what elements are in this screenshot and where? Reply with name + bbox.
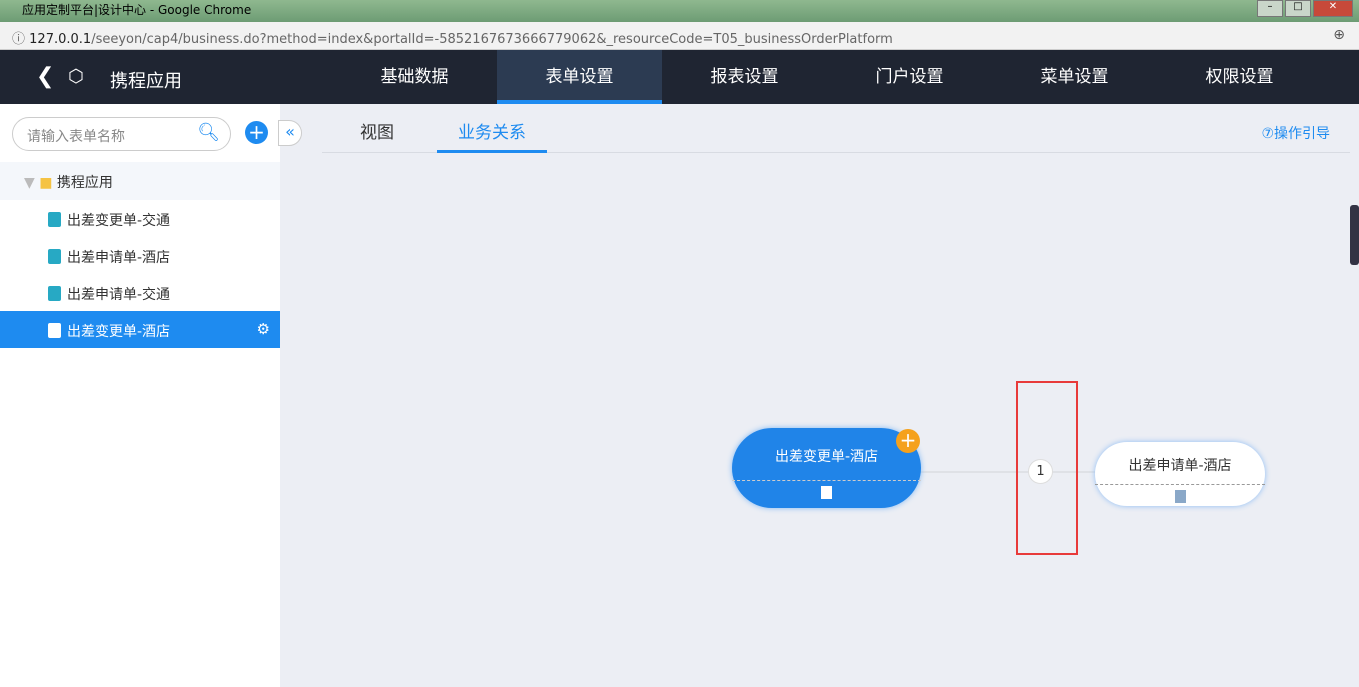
sub-tabs: 视图 业务关系 ⑦操作引导 — [322, 104, 1350, 153]
document-icon — [821, 486, 832, 499]
cube-icon: ⬡ — [68, 66, 84, 87]
source-form-node[interactable]: 出差变更单-酒店 — [732, 428, 921, 508]
tab-form-settings[interactable]: 表单设置 — [497, 50, 662, 104]
address-bar[interactable]: ⓘ 127.0.0.1/seeyon/cap4/business.do?meth… — [0, 22, 1359, 50]
url-host: 127.0.0.1 — [29, 32, 92, 47]
tree-item-selected[interactable]: 出差变更单-酒店 ⚙ — [0, 311, 280, 348]
item-label: 出差变更单-交通 — [67, 213, 171, 229]
item-label: 出差变更单-酒店 — [67, 324, 171, 340]
node-label: 出差申请单-酒店 — [1128, 458, 1232, 474]
close-button[interactable]: ✕ — [1313, 0, 1353, 17]
app-name: 携程应用 — [110, 71, 182, 92]
tab-portal-settings[interactable]: 门户设置 — [827, 50, 992, 104]
add-relation-button[interactable]: + — [896, 429, 920, 453]
form-icon — [48, 249, 61, 264]
caret-down-icon[interactable]: ▼ — [24, 175, 35, 191]
tab-view[interactable]: 视图 — [360, 118, 394, 143]
search-placeholder: 请输入表单名称 — [27, 129, 125, 145]
tree-item[interactable]: 出差申请单-交通 — [0, 274, 280, 311]
tree-folder[interactable]: ▼ ■ 携程应用 — [0, 162, 280, 200]
document-icon — [1174, 490, 1186, 503]
operation-guide-link[interactable]: ⑦操作引导 — [1261, 123, 1330, 143]
back-icon[interactable]: ❮ — [36, 64, 54, 89]
tab-basic-data[interactable]: 基础数据 — [332, 50, 497, 104]
search-input[interactable]: 请输入表单名称 🔍︎ — [12, 117, 231, 151]
minimize-button[interactable]: – — [1257, 0, 1283, 17]
node-label: 出差变更单-酒店 — [774, 449, 879, 465]
top-nav: ❮ ⬡ 携程应用 基础数据 表单设置 报表设置 门户设置 菜单设置 权限设置 — [0, 50, 1359, 104]
tree-item[interactable]: 出差申请单-酒店 — [0, 237, 280, 274]
window-title: 应用定制平台|设计中心 - Google Chrome — [22, 3, 252, 17]
folder-icon: ■ — [39, 175, 53, 191]
form-icon — [48, 286, 61, 301]
sidebar: 请输入表单名称 🔍︎ + ▼ ■ 携程应用 出差变更单-交通 出差申请单-酒店 出… — [0, 104, 280, 687]
zoom-icon[interactable]: ⊕ — [1333, 27, 1345, 43]
scrollbar[interactable] — [1350, 205, 1359, 265]
tab-permission-settings[interactable]: 权限设置 — [1157, 50, 1322, 104]
search-icon[interactable]: 🔍︎ — [197, 122, 220, 143]
tab-report-settings[interactable]: 报表设置 — [662, 50, 827, 104]
form-icon — [48, 212, 61, 227]
item-label: 出差申请单-酒店 — [67, 250, 171, 266]
tab-business-relation[interactable]: 业务关系 — [437, 118, 547, 153]
target-form-node[interactable]: 出差申请单-酒店 — [1095, 442, 1265, 506]
info-icon: ⓘ — [12, 32, 26, 47]
window-titlebar: 应用定制平台|设计中心 - Google Chrome – □ ✕ — [0, 0, 1359, 22]
tree-item[interactable]: 出差变更单-交通 — [0, 200, 280, 237]
collapse-sidebar-button[interactable]: « — [278, 120, 302, 146]
form-icon — [48, 323, 61, 338]
gear-icon[interactable]: ⚙ — [257, 320, 270, 338]
maximize-button[interactable]: □ — [1285, 0, 1311, 17]
url-path: /seeyon/cap4/business.do?method=index&po… — [91, 32, 893, 47]
highlight-box — [1016, 381, 1078, 555]
tab-menu-settings[interactable]: 菜单设置 — [992, 50, 1157, 104]
folder-label: 携程应用 — [56, 175, 113, 191]
add-form-button[interactable]: + — [245, 121, 268, 144]
item-label: 出差申请单-交通 — [67, 287, 171, 303]
